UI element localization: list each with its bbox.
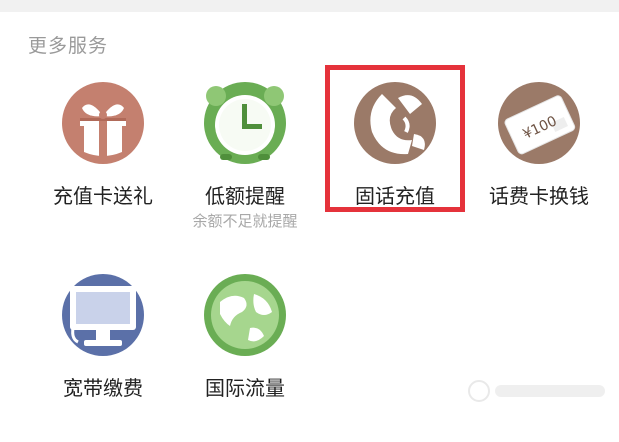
watermark-logo [468, 380, 605, 402]
recharge-card-icon: ¥100 [498, 82, 580, 164]
service-label: 充值卡送礼 [53, 184, 153, 208]
service-card-exchange[interactable]: ¥100 话费卡换钱 [458, 80, 608, 250]
service-label: 低额提醒 [205, 184, 285, 208]
service-sublabel: 余额不足就提醒 [192, 212, 298, 230]
alarm-clock-icon [204, 82, 286, 164]
section-title: 更多服务 [28, 35, 109, 57]
top-strip [0, 0, 619, 12]
service-label: 固话充值 [355, 184, 435, 208]
computer-monitor-icon [62, 274, 144, 356]
service-international-data[interactable]: 国际流量 [164, 272, 314, 442]
service-low-balance-alert[interactable]: 低额提醒 余额不足就提醒 [164, 80, 314, 250]
telephone-handset-icon [354, 82, 436, 164]
service-label: 国际流量 [205, 376, 285, 400]
service-gift-card[interactable]: 充值卡送礼 [22, 80, 172, 250]
service-label: 宽带缴费 [63, 376, 143, 400]
gift-icon [62, 82, 144, 164]
service-landline-recharge[interactable]: 固话充值 [314, 80, 464, 250]
globe-icon [204, 274, 286, 356]
service-label: 话费卡换钱 [489, 184, 589, 208]
service-broadband-payment[interactable]: 宽带缴费 [22, 272, 172, 442]
